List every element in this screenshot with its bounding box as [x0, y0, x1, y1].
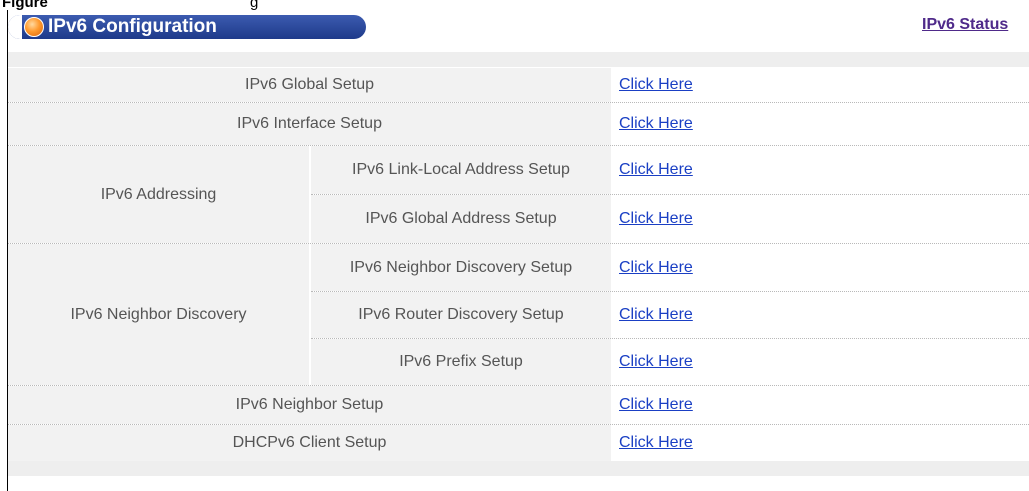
- row-link-cell-global-address: Click Here: [611, 195, 1029, 243]
- row-label-global-address-setup: IPv6 Global Address Setup: [311, 195, 611, 243]
- group-label-neighbor-discovery: IPv6 Neighbor Discovery: [8, 244, 309, 385]
- row-label-prefix-setup: IPv6 Prefix Setup: [311, 339, 611, 385]
- click-here-interface-setup[interactable]: Click Here: [619, 115, 693, 133]
- row-label-interface-setup: IPv6 Interface Setup: [8, 103, 611, 145]
- ipv6-config-table: IPv6 Global Setup Click Here IPv6 Interf…: [8, 67, 1029, 461]
- ipv6-status-link[interactable]: IPv6 Status: [922, 16, 1008, 34]
- click-here-dhcpv6-client-setup[interactable]: Click Here: [619, 434, 693, 452]
- click-here-prefix-setup[interactable]: Click Here: [619, 353, 693, 371]
- orange-orb-icon: [24, 17, 44, 37]
- click-here-router-discovery-setup[interactable]: Click Here: [619, 306, 693, 324]
- row-link-cell-global-setup: Click Here: [611, 68, 1029, 102]
- row-label-neighbor-setup: IPv6 Neighbor Setup: [8, 386, 611, 424]
- row-link-cell-interface-setup: Click Here: [611, 103, 1029, 145]
- row-link-cell-prefix-setup: Click Here: [611, 339, 1029, 385]
- row-label-router-discovery-setup: IPv6 Router Discovery Setup: [311, 292, 611, 338]
- table-bottom-band: [8, 461, 1029, 476]
- figure-caption: Figure g: [0, 0, 1029, 10]
- group-label-addressing: IPv6 Addressing: [8, 146, 309, 243]
- row-label-neighbor-discovery-setup: IPv6 Neighbor Discovery Setup: [311, 244, 611, 291]
- row-link-cell-dhcpv6: Click Here: [611, 425, 1029, 461]
- click-here-neighbor-discovery-setup[interactable]: Click Here: [619, 259, 693, 277]
- click-here-global-address-setup[interactable]: Click Here: [619, 210, 693, 228]
- table-top-band: [8, 52, 1029, 67]
- section-header: IPv6 Configuration: [8, 15, 366, 39]
- caption-part-1: Figure: [2, 0, 48, 10]
- click-here-global-setup[interactable]: Click Here: [619, 76, 693, 94]
- row-label-link-local-address-setup: IPv6 Link-Local Address Setup: [311, 146, 611, 194]
- row-link-cell-neighbor-setup: Click Here: [611, 386, 1029, 424]
- row-link-cell-router-discovery: Click Here: [611, 292, 1029, 338]
- row-link-cell-neighbor-discovery: Click Here: [611, 244, 1029, 291]
- row-label-dhcpv6-client-setup: DHCPv6 Client Setup: [8, 425, 611, 461]
- click-here-neighbor-setup[interactable]: Click Here: [619, 396, 693, 414]
- row-link-cell-link-local: Click Here: [611, 146, 1029, 194]
- click-here-link-local-address-setup[interactable]: Click Here: [619, 161, 693, 179]
- caption-part-2: g: [250, 0, 259, 10]
- page-title: IPv6 Configuration: [48, 16, 217, 37]
- row-label-global-setup: IPv6 Global Setup: [8, 68, 611, 102]
- header-pill-edge: [8, 15, 22, 39]
